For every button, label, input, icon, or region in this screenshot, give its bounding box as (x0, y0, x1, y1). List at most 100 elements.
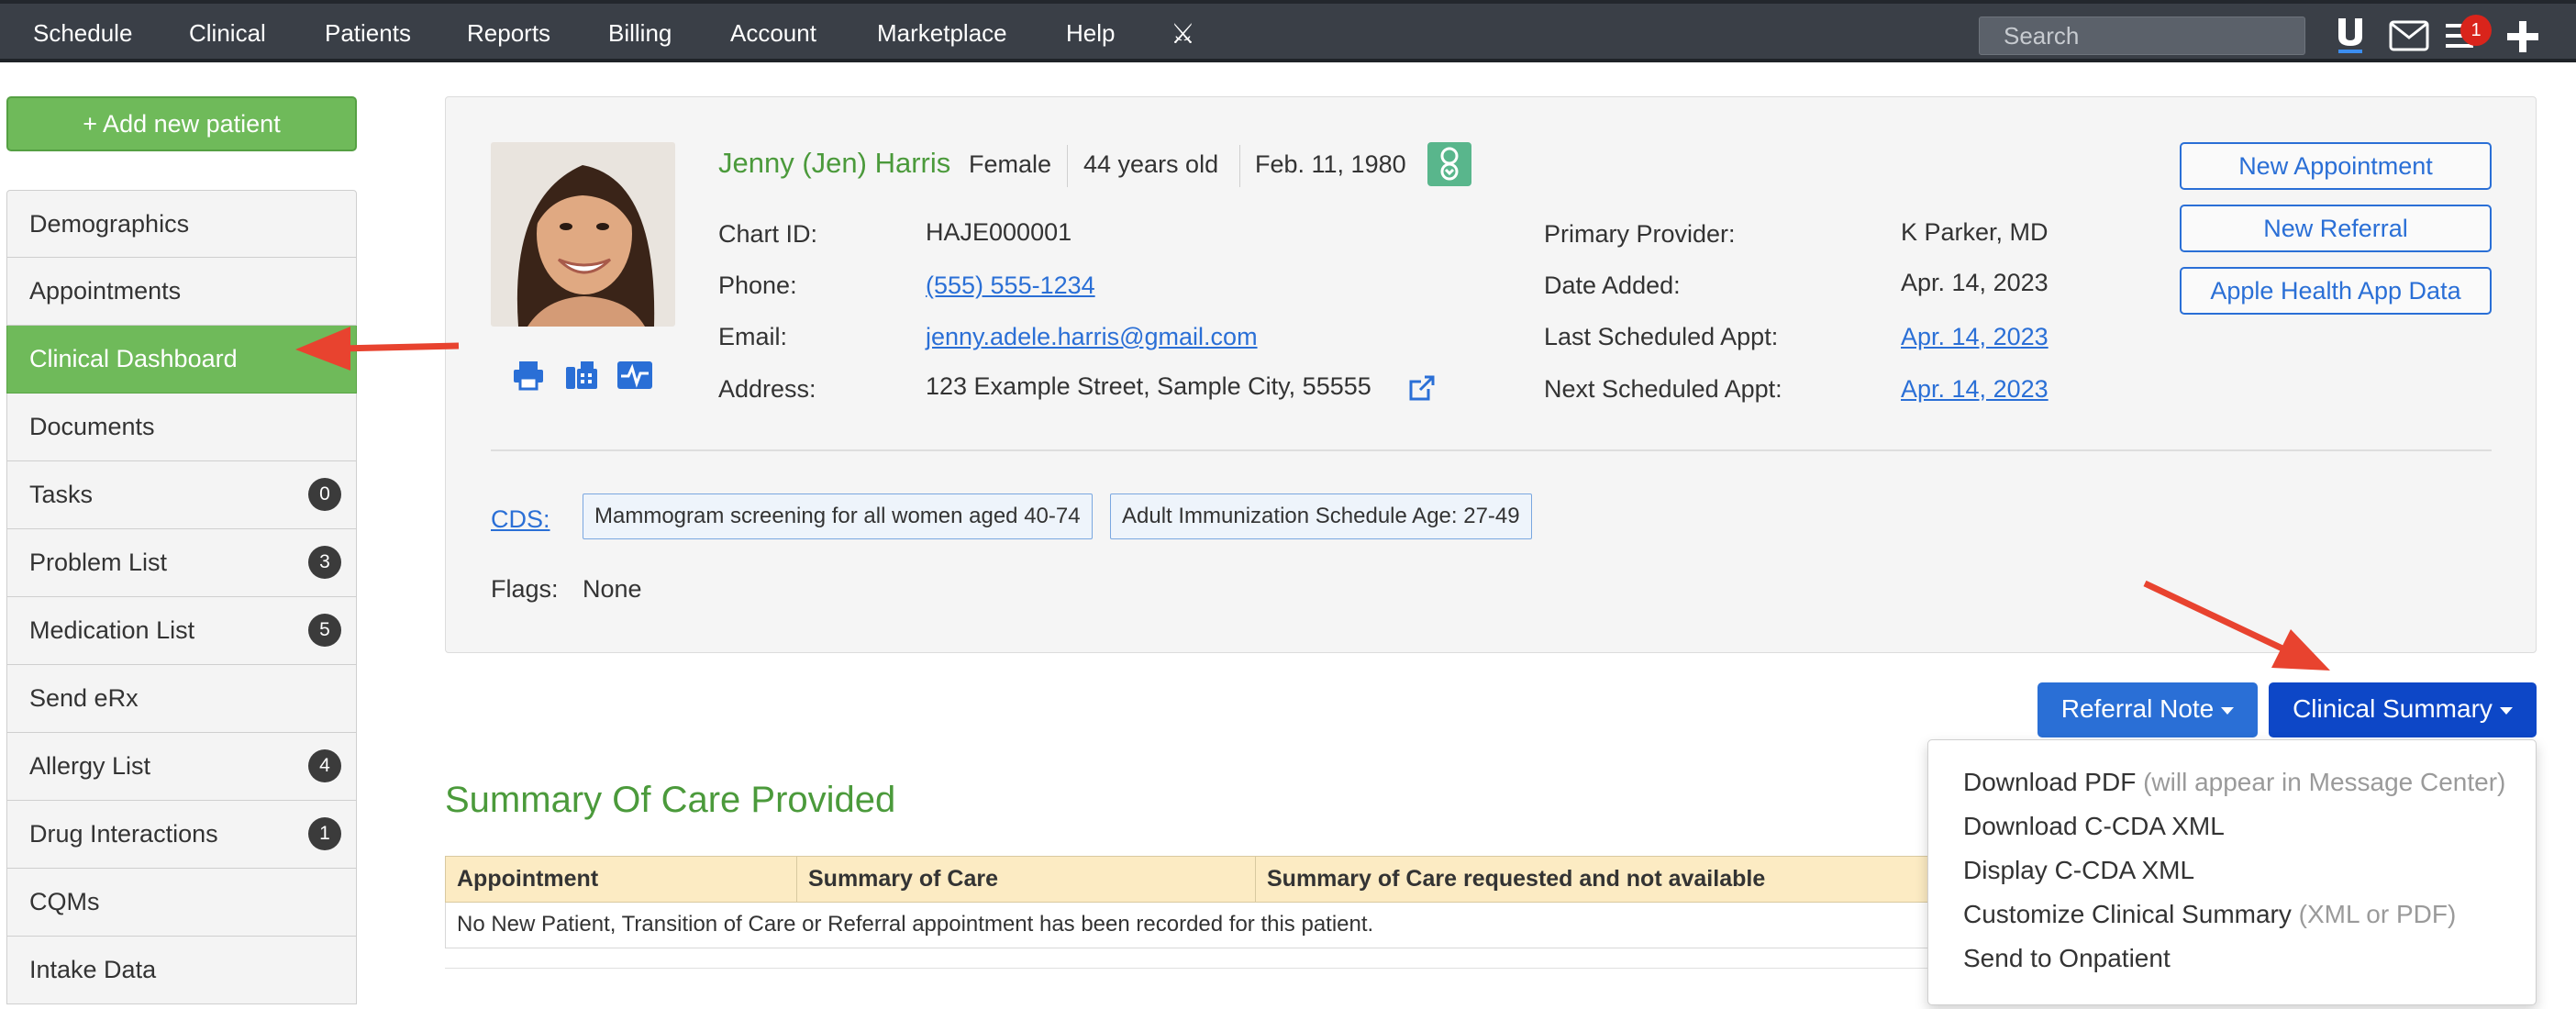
nav-help[interactable]: Help (1066, 4, 1115, 62)
nav-billing[interactable]: Billing (608, 4, 672, 62)
divider (445, 968, 1931, 969)
menu-item-label: Download PDF (1963, 768, 2137, 796)
sidebar-item-send-erx[interactable]: Send eRx (6, 665, 357, 733)
caret-down-icon (2499, 706, 2513, 715)
address-value: 123 Example Street, Sample City, 55555 (926, 372, 1371, 400)
column-header: Appointment (446, 857, 797, 902)
sidebar-item-documents[interactable]: Documents (6, 394, 357, 461)
cds-tag[interactable]: Mammogram screening for all women aged 4… (583, 493, 1093, 539)
divider (491, 449, 2492, 451)
nav-clinical[interactable]: Clinical (189, 4, 266, 62)
next-appt-link[interactable]: Apr. 14, 2023 (1901, 375, 2049, 404)
patient-photo (491, 142, 675, 327)
patient-dob: Feb. 11, 1980 (1255, 150, 1406, 178)
count-badge: 0 (308, 478, 341, 511)
sidebar-item-label: Documents (29, 413, 155, 440)
last-appt-label: Last Scheduled Appt: (1544, 323, 1779, 350)
referral-note-button[interactable]: Referral Note (2037, 682, 2258, 737)
primary-provider-label: Primary Provider: (1544, 220, 1736, 248)
nav-account[interactable]: Account (730, 4, 816, 62)
sidebar-item-clinical-dashboard[interactable]: Clinical Dashboard (6, 326, 357, 394)
new-appointment-button[interactable]: New Appointment (2180, 142, 2492, 190)
menu-item-download-ccda[interactable]: Download C-CDA XML (1963, 812, 2225, 841)
menu-item-label: Customize Clinical Summary (1963, 900, 2292, 928)
next-appt-label: Next Scheduled Appt: (1544, 375, 1782, 403)
sidebar-item-label: CQMs (29, 888, 100, 915)
date-added-value: Apr. 14, 2023 (1901, 269, 2049, 296)
table-header: Appointment Summary of Care Summary of C… (445, 856, 1931, 903)
plus-icon[interactable] (2506, 20, 2539, 53)
menu-item-display-ccda[interactable]: Display C-CDA XML (1963, 856, 2194, 885)
new-referral-button[interactable]: New Referral (2180, 205, 2492, 252)
summary-of-care-title: Summary Of Care Provided (445, 780, 896, 820)
nav-schedule[interactable]: Schedule (33, 4, 132, 62)
divider (1239, 145, 1240, 187)
sidebar-item-label: Intake Data (29, 956, 157, 983)
sidebar-item-drug-interactions[interactable]: Drug Interactions 1 (6, 801, 357, 869)
menu-item-hint: (XML or PDF) (2298, 900, 2457, 928)
sidebar-item-allergy-list[interactable]: Allergy List 4 (6, 733, 357, 801)
patient-age: 44 years old (1083, 150, 1219, 178)
patient-name: Jenny (Jen) Harris (718, 147, 951, 179)
cds-tag[interactable]: Adult Immunization Schedule Age: 27-49 (1110, 493, 1532, 539)
email-label: Email: (718, 323, 788, 350)
sidebar-item-label: Tasks (29, 481, 94, 508)
clinical-summary-label: Clinical Summary (2293, 694, 2493, 723)
menu-item-label: Download C-CDA XML (1963, 812, 2225, 840)
sidebar-item-medication-list[interactable]: Medication List 5 (6, 597, 357, 665)
menu-item-label: Send to Onpatient (1963, 944, 2171, 972)
add-new-patient-button[interactable]: + Add new patient (6, 96, 357, 151)
email-link[interactable]: jenny.adele.harris@gmail.com (926, 323, 1258, 351)
menu-item-hint: (will appear in Message Center) (2143, 768, 2506, 796)
external-link-icon[interactable] (1408, 374, 1436, 402)
caret-down-icon (2221, 706, 2235, 715)
sidebar-item-problem-list[interactable]: Problem List 3 (6, 529, 357, 597)
sidebar-nav: Demographics Appointments Clinical Dashb… (6, 190, 357, 1004)
table-row: No New Patient, Transition of Care or Re… (445, 903, 1931, 948)
sidebar-item-tasks[interactable]: Tasks 0 (6, 461, 357, 529)
nav-patients[interactable]: Patients (325, 4, 411, 62)
count-badge: 1 (308, 817, 341, 850)
notification-badge: 1 (2460, 15, 2492, 46)
count-badge: 5 (308, 614, 341, 647)
swords-icon[interactable]: ⚔ (1171, 4, 1195, 62)
phone-link[interactable]: (555) 555-1234 (926, 272, 1095, 300)
sidebar-item-label: Send eRx (29, 684, 139, 712)
top-nav-bar: Schedule Clinical Patients Reports Billi… (0, 0, 2576, 62)
sidebar-item-cqms[interactable]: CQMs (6, 869, 357, 937)
search-input[interactable]: Search (1979, 17, 2305, 55)
divider (1067, 145, 1068, 187)
sidebar-item-label: Allergy List (29, 752, 151, 780)
column-header: Summary of Care (797, 857, 1256, 902)
count-badge: 4 (308, 749, 341, 782)
menu-item-customize-summary[interactable]: Customize Clinical Summary (XML or PDF) (1963, 900, 2456, 929)
sidebar-item-label: Problem List (29, 549, 168, 576)
menu-item-send-onpatient[interactable]: Send to Onpatient (1963, 944, 2171, 973)
phone-label: Phone: (718, 272, 797, 299)
mail-icon[interactable] (2389, 20, 2429, 51)
sidebar-item-demographics[interactable]: Demographics (6, 190, 357, 258)
referral-note-label: Referral Note (2060, 694, 2215, 723)
chart-id-label: Chart ID: (718, 220, 818, 248)
cds-link[interactable]: CDS: (491, 505, 550, 534)
sidebar-item-appointments[interactable]: Appointments (6, 258, 357, 326)
vitals-icon[interactable] (616, 360, 653, 391)
sidebar-item-label: Drug Interactions (29, 820, 218, 848)
u-logo-icon[interactable] (2335, 17, 2366, 55)
nav-marketplace[interactable]: Marketplace (877, 4, 1007, 62)
fax-icon[interactable] (564, 360, 599, 391)
column-header: Summary of Care requested and not availa… (1267, 866, 1766, 892)
printer-icon[interactable] (512, 360, 545, 391)
clinical-summary-button[interactable]: Clinical Summary (2269, 682, 2537, 737)
count-badge: 3 (308, 546, 341, 579)
last-appt-link[interactable]: Apr. 14, 2023 (1901, 323, 2049, 351)
apple-health-button[interactable]: Apple Health App Data (2180, 267, 2492, 315)
primary-provider-value: K Parker, MD (1901, 218, 2049, 246)
sidebar-item-intake-data[interactable]: Intake Data (6, 937, 357, 1004)
patient-gender: Female (969, 150, 1052, 178)
nav-reports[interactable]: Reports (467, 4, 550, 62)
sidebar-item-label: Appointments (29, 277, 182, 305)
sidebar-item-label: Clinical Dashboard (29, 345, 238, 372)
gender-icon (1427, 142, 1471, 186)
menu-item-download-pdf[interactable]: Download PDF (will appear in Message Cen… (1963, 768, 2505, 797)
